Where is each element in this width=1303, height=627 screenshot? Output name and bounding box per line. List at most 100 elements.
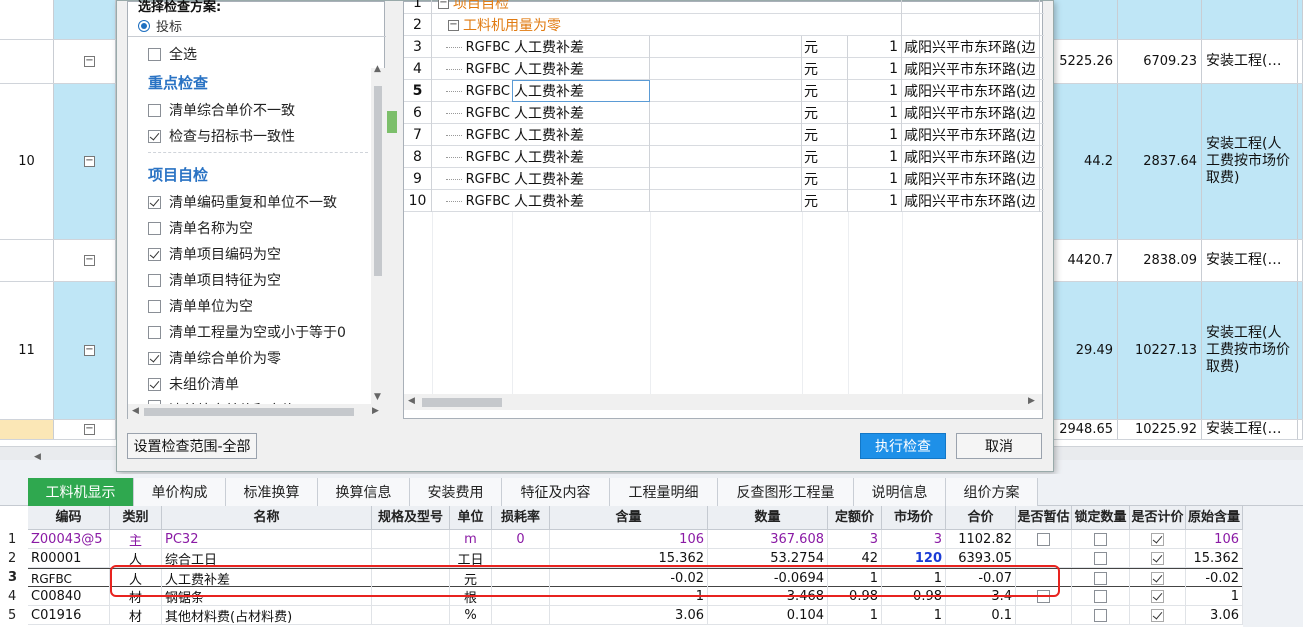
left-vscroll[interactable]: ▲ ▼ <box>371 64 385 404</box>
check-item[interactable]: 检查与招标书一致性 <box>148 126 295 146</box>
checkbox-icon[interactable] <box>148 221 161 235</box>
sheet-scroll-left[interactable]: ◀ <box>34 452 41 462</box>
checkbox-checked-icon[interactable] <box>1151 533 1164 546</box>
checkbox-icon[interactable] <box>148 103 161 117</box>
collapse-icon[interactable]: − <box>84 424 95 435</box>
checkbox-checked-icon[interactable] <box>148 351 161 365</box>
column-header[interactable]: 损耗率 <box>492 506 550 530</box>
collapse-icon[interactable]: − <box>438 0 449 9</box>
checkbox-checked-icon[interactable] <box>148 129 161 143</box>
lock-checkbox[interactable] <box>1072 569 1130 588</box>
check-item-partial[interactable]: 清单综合单价和合价 <box>148 400 295 404</box>
tab-7[interactable]: 反查图形工程量 <box>718 478 854 506</box>
checkbox-icon[interactable] <box>1094 552 1107 565</box>
result-row[interactable]: 7 RGFBC 人工费补差 元 1 咸阳兴平市东环路(边 <box>404 124 1044 146</box>
tab-4[interactable]: 安装费用 <box>410 478 502 506</box>
select-all-checkbox[interactable]: 全选 <box>148 44 197 64</box>
checkbox-icon[interactable] <box>1094 590 1107 603</box>
lock-checkbox[interactable] <box>1072 530 1130 549</box>
scheme-option[interactable]: 投标 <box>138 16 182 35</box>
result-row[interactable]: 4 RGFBC 人工费补差 元 1 咸阳兴平市东环路(边 <box>404 58 1044 80</box>
right-hscroll[interactable]: ◀ ▶ <box>404 394 1042 410</box>
left-hscroll[interactable]: ◀ ▶ <box>128 404 386 419</box>
right-hscroll-thumb[interactable] <box>422 398 502 407</box>
column-header[interactable]: 是否计价 <box>1130 506 1186 530</box>
tab-6[interactable]: 工程量明细 <box>610 478 718 506</box>
check-item[interactable]: 未组价清单 <box>148 374 239 394</box>
result-row[interactable]: 5 RGFBC 人工费补差 元 1 咸阳兴平市东环路(边 <box>404 80 1044 102</box>
checkbox-icon[interactable] <box>1094 533 1107 546</box>
column-header[interactable]: 含量 <box>550 506 708 530</box>
priced-checkbox[interactable] <box>1130 549 1186 568</box>
lock-checkbox[interactable] <box>1072 606 1130 625</box>
checkbox-checked-icon[interactable] <box>148 377 161 391</box>
column-header[interactable]: 市场价 <box>882 506 946 530</box>
checkbox-icon[interactable] <box>148 325 161 339</box>
priced-checkbox[interactable] <box>1130 530 1186 549</box>
left-vscroll-thumb[interactable] <box>374 86 382 276</box>
check-item[interactable]: 清单单位为空 <box>148 296 253 316</box>
checkbox-checked-icon[interactable] <box>1151 572 1164 585</box>
checkbox-icon[interactable] <box>148 299 161 313</box>
column-header[interactable]: 数量 <box>708 506 828 530</box>
checkbox-icon[interactable] <box>1094 609 1107 622</box>
cancel-button[interactable]: 取消 <box>956 433 1042 459</box>
lock-checkbox[interactable] <box>1072 549 1130 568</box>
check-item[interactable]: 清单综合单价不一致 <box>148 100 295 120</box>
table-row[interactable]: C01916 材其他材料费(占材料费)% 3.06 0.104 1 1 0.1 3.06 <box>28 606 1243 625</box>
column-header[interactable]: 是否暂估 <box>1016 506 1072 530</box>
est-checkbox[interactable] <box>1016 530 1072 549</box>
check-item[interactable]: 清单项目编码为空 <box>148 244 281 264</box>
set-range-button[interactable]: 设置检查范围-全部 <box>127 433 257 459</box>
collapse-icon[interactable]: − <box>84 156 95 167</box>
tab-2[interactable]: 标准换算 <box>226 478 318 506</box>
column-header[interactable]: 定额价 <box>828 506 882 530</box>
result-row[interactable]: 6 RGFBC 人工费补差 元 1 咸阳兴平市东环路(边 <box>404 102 1044 124</box>
result-row[interactable]: 10 RGFBC 人工费补差 元 1 咸阳兴平市东环路(边 <box>404 190 1044 212</box>
check-item[interactable]: 清单编码重复和单位不一致 <box>148 192 337 212</box>
result-row[interactable]: 9 RGFBC 人工费补差 元 1 咸阳兴平市东环路(边 <box>404 168 1044 190</box>
checkbox-checked-icon[interactable] <box>148 247 161 261</box>
checkbox-checked-icon[interactable] <box>1151 552 1164 565</box>
column-header[interactable]: 单位 <box>450 506 492 530</box>
checkbox-checked-icon[interactable] <box>1151 590 1164 603</box>
column-header[interactable]: 名称 <box>162 506 372 530</box>
lock-checkbox[interactable] <box>1072 587 1130 606</box>
checkbox-icon[interactable] <box>148 273 161 287</box>
result-row[interactable]: 2− 工料机用量为零 <box>404 14 1044 36</box>
priced-checkbox[interactable] <box>1130 587 1186 606</box>
collapse-icon[interactable]: − <box>84 345 95 356</box>
column-header[interactable]: 规格及型号 <box>372 506 450 530</box>
tab-5[interactable]: 特征及内容 <box>502 478 610 506</box>
tab-3[interactable]: 换算信息 <box>318 478 410 506</box>
result-row[interactable]: 1− 项目自检 <box>404 0 1044 14</box>
tab-1[interactable]: 单价构成 <box>134 478 226 506</box>
check-item[interactable]: 清单项目特征为空 <box>148 270 281 290</box>
est-checkbox[interactable] <box>1016 606 1072 625</box>
checkbox-icon[interactable] <box>1037 533 1050 546</box>
column-header[interactable]: 编码 <box>28 506 110 530</box>
column-header[interactable]: 类别 <box>110 506 162 530</box>
collapse-icon[interactable]: − <box>84 255 95 266</box>
check-item[interactable]: 清单名称为空 <box>148 218 253 238</box>
tab-9[interactable]: 组价方案 <box>946 478 1038 506</box>
checkbox-icon[interactable] <box>1094 572 1107 585</box>
collapse-icon[interactable]: − <box>84 56 95 67</box>
splitter-handle[interactable] <box>387 111 397 133</box>
table-row[interactable]: Z00043@5 主 PC32 m 0 106 367.608 3 3 1102.82 106 <box>28 530 1243 549</box>
check-item[interactable]: 清单工程量为空或小于等于0 <box>148 322 346 342</box>
result-row[interactable]: 8 RGFBC 人工费补差 元 1 咸阳兴平市东环路(边 <box>404 146 1044 168</box>
tab-8[interactable]: 说明信息 <box>854 478 946 506</box>
priced-checkbox[interactable] <box>1130 569 1186 588</box>
check-item[interactable]: 清单综合单价为零 <box>148 348 281 368</box>
execute-check-button[interactable]: 执行检查 <box>860 433 946 459</box>
result-row[interactable]: 3 RGFBC 人工费补差 元 1 咸阳兴平市东环路(边 <box>404 36 1044 58</box>
checkbox-checked-icon[interactable] <box>148 195 161 209</box>
priced-checkbox[interactable] <box>1130 606 1186 625</box>
column-header[interactable]: 锁定数量 <box>1072 506 1130 530</box>
tab-0[interactable]: 工料机显示 <box>28 478 134 506</box>
checkbox-checked-icon[interactable] <box>1151 609 1164 622</box>
checkbox-icon[interactable] <box>148 47 161 61</box>
column-header[interactable]: 原始含量 <box>1186 506 1243 530</box>
column-header[interactable]: 合价 <box>946 506 1016 530</box>
